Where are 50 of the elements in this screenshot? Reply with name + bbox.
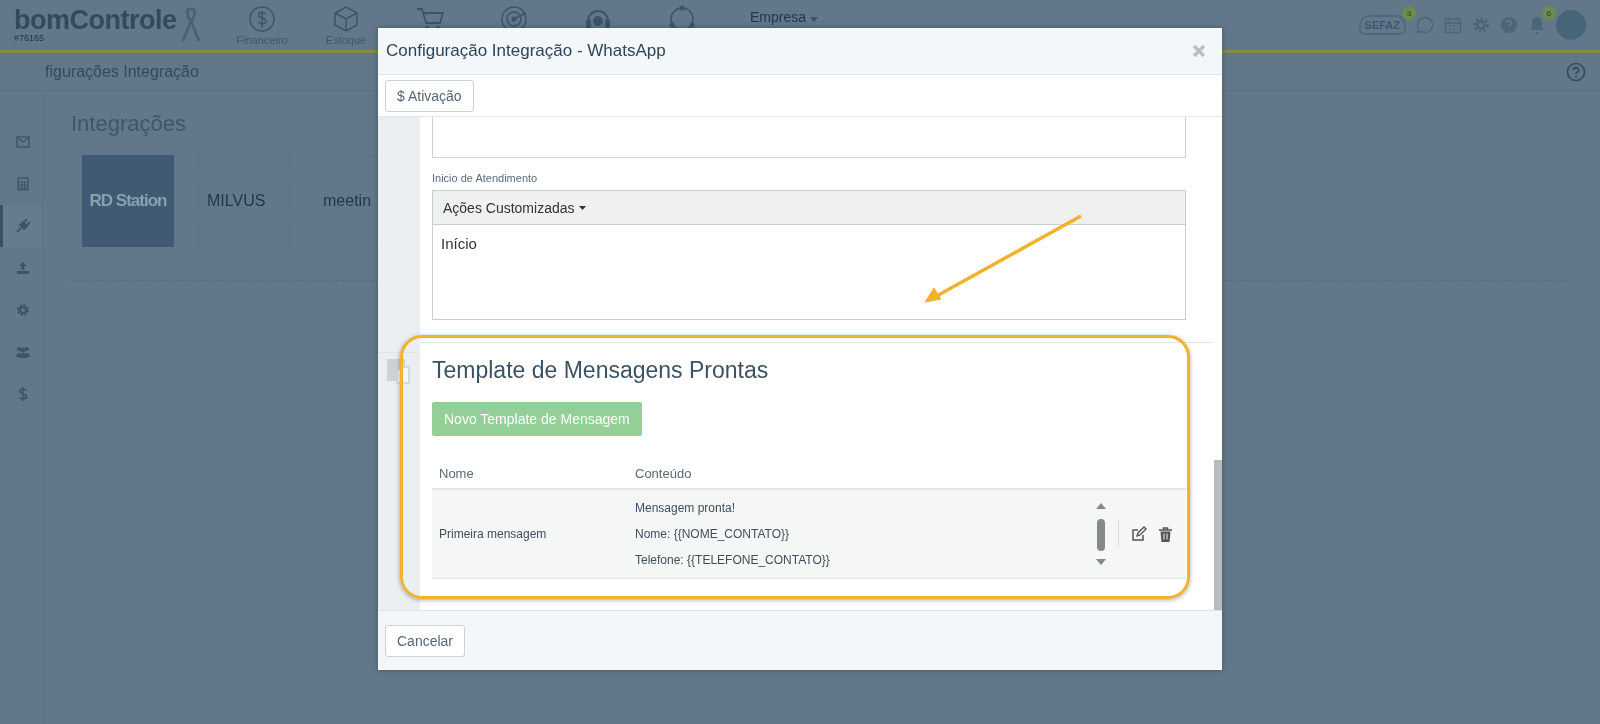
calculator-icon	[16, 177, 29, 191]
notification-badge: 3	[1402, 6, 1416, 20]
dialog-title: Configuração Integração - WhatsApp	[386, 41, 666, 61]
column-header: Nome	[438, 465, 475, 481]
new-template-button[interactable]: Novo Template de Mensagem	[432, 402, 642, 436]
field-label: Inicio de Atendimento	[432, 172, 539, 184]
settings-icon[interactable]	[1472, 16, 1490, 34]
text-editor[interactable]: Ações Customizadas Início	[432, 190, 1186, 320]
editor-text: Início	[441, 235, 477, 252]
scrollbar-thumb[interactable]	[1214, 460, 1222, 610]
caret-icon	[809, 17, 818, 22]
ribbon-icon	[180, 7, 202, 43]
table-cell-text: Primeira mensagem	[438, 527, 548, 541]
chat-icon[interactable]	[1416, 16, 1434, 34]
activation-button[interactable]: $ Ativação	[385, 79, 474, 112]
upload-icon	[15, 261, 30, 275]
account-number: #76165	[14, 33, 46, 43]
table-cell-text: Telefone: {{TELEFONE_CONTATO}}	[635, 553, 831, 567]
bell-icon[interactable]	[1528, 15, 1546, 35]
help-icon[interactable]	[1566, 61, 1586, 82]
text-area[interactable]	[432, 117, 1186, 158]
table-cell-text: Nome: {{NOME_CONTATO}}	[635, 527, 791, 541]
actions-menu[interactable]: Ações Customizadas	[437, 195, 592, 220]
close-icon	[1192, 44, 1206, 58]
calendar-icon[interactable]	[1444, 16, 1462, 34]
document-icon	[387, 359, 411, 385]
gear-icon	[15, 303, 30, 317]
sidebar-item[interactable]	[0, 205, 42, 247]
dollar-icon	[247, 4, 277, 34]
trash-icon	[1159, 526, 1172, 542]
edit-icon	[1131, 526, 1147, 542]
section-title: Template de Mensagens Prontas	[432, 357, 770, 384]
integration-tile[interactable]: RD Station	[82, 155, 174, 247]
company-menu[interactable]: Empresa	[744, 8, 824, 26]
box-icon	[331, 4, 361, 34]
notification-badge: 6	[1542, 6, 1556, 20]
avatar[interactable]	[1556, 10, 1586, 40]
integration-tile[interactable]: MILVUS	[198, 155, 290, 247]
edit-button[interactable]	[1131, 526, 1147, 542]
plug-icon	[15, 219, 30, 233]
scrollbar-drawing[interactable]	[1096, 501, 1106, 567]
column-header: Conteúdo	[635, 465, 693, 481]
delete-button[interactable]	[1159, 526, 1172, 542]
dollar-icon	[17, 387, 28, 401]
table-cell-text: Mensagem pronta!	[635, 501, 737, 515]
users-icon	[14, 345, 31, 359]
cancel-button[interactable]: Cancelar	[385, 624, 466, 657]
caret-icon	[578, 205, 586, 210]
mail-icon	[15, 136, 30, 148]
close-button[interactable]	[1192, 44, 1206, 58]
